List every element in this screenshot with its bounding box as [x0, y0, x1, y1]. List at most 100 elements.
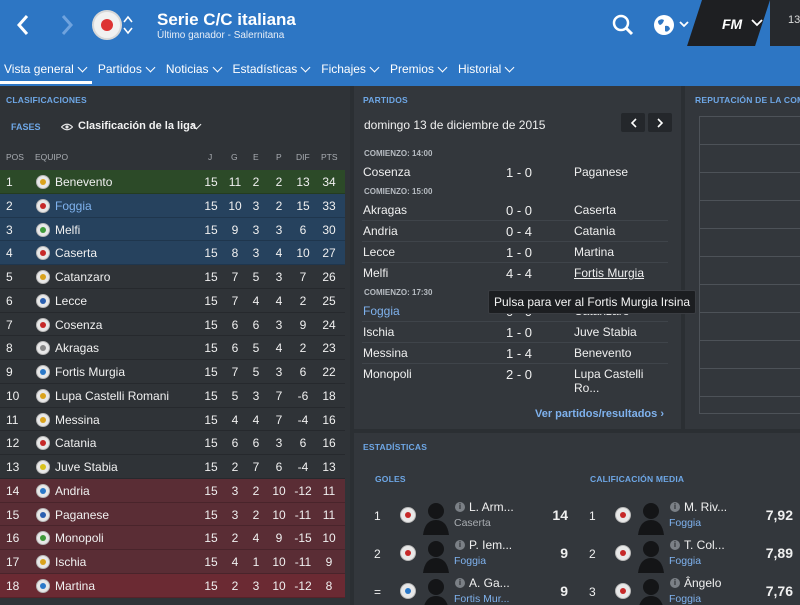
- fm-logo[interactable]: FM: [722, 16, 742, 32]
- team-name-link[interactable]: Catanzaro: [55, 270, 110, 284]
- home-team-link[interactable]: Melfi: [363, 266, 388, 280]
- match-score[interactable]: 0 - 0: [492, 203, 546, 218]
- team-name-link[interactable]: Paganese: [55, 508, 109, 522]
- info-icon[interactable]: i: [670, 540, 680, 550]
- match-row[interactable]: Cosenza 1 - 0 Paganese: [362, 162, 668, 182]
- table-row[interactable]: 4 Caserta 15 8 3 4 10 27: [0, 241, 345, 265]
- player-name-link[interactable]: A. Ga...: [469, 576, 510, 590]
- away-team-link[interactable]: Catania: [574, 224, 615, 238]
- forward-button[interactable]: [52, 10, 82, 40]
- team-name-link[interactable]: Fortis Murgia: [55, 365, 125, 379]
- col-header-team[interactable]: EQUIPO: [35, 152, 68, 166]
- view-all-matches-link[interactable]: Ver partidos/resultados ›: [535, 408, 664, 420]
- fases-button[interactable]: FASES: [11, 122, 41, 132]
- col-header-pts[interactable]: PTS: [321, 152, 338, 166]
- home-team-link[interactable]: Lecce: [363, 245, 395, 259]
- table-row[interactable]: 9 Fortis Murgia 15 7 5 3 6 22: [0, 360, 345, 384]
- table-row[interactable]: 18 Martina 15 2 3 10 -12 8: [0, 573, 345, 598]
- col-header-g[interactable]: G: [231, 152, 238, 166]
- player-name-link[interactable]: Ângelo: [684, 576, 721, 590]
- player-name-link[interactable]: P. Iem...: [469, 538, 512, 552]
- home-team-link[interactable]: Andria: [363, 224, 398, 238]
- away-team-link[interactable]: Lupa Castelli Ro...: [574, 367, 668, 395]
- match-row[interactable]: Messina 1 - 4 Benevento: [362, 343, 668, 363]
- table-row[interactable]: 1 Benevento 15 11 2 2 13 34: [0, 170, 345, 194]
- next-day-button[interactable]: [648, 113, 672, 132]
- stat-row[interactable]: 1 i L. Arm... Caserta 14: [368, 497, 568, 537]
- table-row[interactable]: 5 Catanzaro 15 7 5 3 7 26: [0, 265, 345, 289]
- player-name-link[interactable]: M. Riv...: [684, 500, 727, 514]
- table-row[interactable]: 10 Lupa Castelli Romani 15 5 3 7 -6 18: [0, 383, 345, 408]
- stat-row[interactable]: = i A. Ga... Fortis Mur... 9: [368, 573, 568, 605]
- team-name-link[interactable]: Melfi: [55, 223, 80, 237]
- team-name-link[interactable]: Akragas: [55, 341, 99, 355]
- match-row[interactable]: Melfi 4 - 4 Fortis Murgia: [362, 263, 668, 283]
- table-row[interactable]: 13 Juve Stabia 15 2 7 6 -4 13: [0, 455, 345, 479]
- col-header-p[interactable]: P: [276, 152, 282, 166]
- tab-partidos[interactable]: Partidos: [94, 54, 160, 84]
- team-name-link[interactable]: Ischia: [55, 555, 86, 569]
- standings-view-select[interactable]: Clasificación de la liga: [78, 120, 196, 132]
- team-name-link[interactable]: Lecce: [55, 294, 87, 308]
- away-team-link[interactable]: Fortis Murgia: [574, 266, 644, 280]
- player-club-link[interactable]: Foggia: [669, 555, 701, 567]
- match-score[interactable]: 4 - 4: [492, 266, 546, 281]
- tab-premios[interactable]: Premios: [386, 54, 452, 84]
- match-score[interactable]: 1 - 0: [492, 245, 546, 260]
- info-icon[interactable]: i: [455, 540, 465, 550]
- table-row[interactable]: 8 Akragas 15 6 5 4 2 23: [0, 336, 345, 360]
- col-header-e[interactable]: E: [253, 152, 259, 166]
- table-row[interactable]: 7 Cosenza 15 6 6 3 9 24: [0, 312, 345, 337]
- col-header-j[interactable]: J: [208, 152, 212, 166]
- match-row[interactable]: Ischia 1 - 0 Juve Stabia: [362, 322, 668, 342]
- tab-historial[interactable]: Historial: [454, 54, 519, 84]
- match-row[interactable]: Andria 0 - 4 Catania: [362, 221, 668, 241]
- back-button[interactable]: [8, 10, 38, 40]
- home-team-link[interactable]: Monopoli: [363, 367, 412, 381]
- player-club-link[interactable]: Foggia: [669, 593, 701, 605]
- team-name-link[interactable]: Caserta: [55, 246, 97, 260]
- home-team-link[interactable]: Akragas: [363, 203, 407, 217]
- player-name-link[interactable]: L. Arm...: [469, 500, 514, 514]
- competition-switcher-icon[interactable]: [123, 14, 133, 36]
- info-icon[interactable]: i: [670, 578, 680, 588]
- player-club-link[interactable]: Foggia: [454, 555, 486, 567]
- tab-fichajes[interactable]: Fichajes: [317, 54, 384, 84]
- table-row[interactable]: 2 Foggia 15 10 3 2 15 33: [0, 193, 345, 218]
- away-team-link[interactable]: Paganese: [574, 165, 628, 179]
- player-club-link[interactable]: Caserta: [454, 517, 491, 529]
- home-team-link[interactable]: Cosenza: [363, 165, 410, 179]
- stat-row[interactable]: 1 i M. Riv... Foggia 7,92: [583, 497, 793, 537]
- search-icon[interactable]: [610, 12, 636, 38]
- home-team-link[interactable]: Ischia: [363, 325, 394, 339]
- tab-vista-general[interactable]: Vista general: [0, 54, 92, 84]
- team-name-link[interactable]: Foggia: [55, 199, 92, 213]
- table-row[interactable]: 6 Lecce 15 7 4 4 2 25: [0, 288, 345, 313]
- player-name-link[interactable]: T. Col...: [684, 538, 725, 552]
- team-name-link[interactable]: Benevento: [55, 175, 112, 189]
- team-name-link[interactable]: Juve Stabia: [55, 460, 118, 474]
- match-score[interactable]: 1 - 4: [492, 346, 546, 361]
- away-team-link[interactable]: Caserta: [574, 203, 616, 217]
- match-score[interactable]: 1 - 0: [492, 325, 546, 340]
- team-name-link[interactable]: Andria: [55, 484, 90, 498]
- team-name-link[interactable]: Catania: [55, 436, 96, 450]
- team-name-link[interactable]: Lupa Castelli Romani: [55, 389, 169, 403]
- match-row[interactable]: Lecce 1 - 0 Martina: [362, 242, 668, 262]
- away-team-link[interactable]: Benevento: [574, 346, 631, 360]
- table-row[interactable]: 16 Monopoli 15 2 4 9 -15 10: [0, 526, 345, 550]
- team-name-link[interactable]: Cosenza: [55, 318, 102, 332]
- previous-day-button[interactable]: [621, 113, 645, 132]
- col-header-dif[interactable]: DIF: [296, 152, 310, 166]
- tab-noticias[interactable]: Noticias: [162, 54, 227, 84]
- player-club-link[interactable]: Fortis Mur...: [454, 593, 509, 605]
- info-icon[interactable]: i: [455, 578, 465, 588]
- info-icon[interactable]: i: [455, 502, 465, 512]
- match-score[interactable]: 1 - 0: [492, 165, 546, 180]
- stat-row[interactable]: 2 i T. Col... Foggia 7,89: [583, 535, 793, 575]
- chevron-down-icon[interactable]: [751, 18, 763, 28]
- match-score[interactable]: 0 - 4: [492, 224, 546, 239]
- globe-icon[interactable]: [652, 12, 692, 38]
- player-club-link[interactable]: Foggia: [669, 517, 701, 529]
- team-name-link[interactable]: Martina: [55, 579, 95, 593]
